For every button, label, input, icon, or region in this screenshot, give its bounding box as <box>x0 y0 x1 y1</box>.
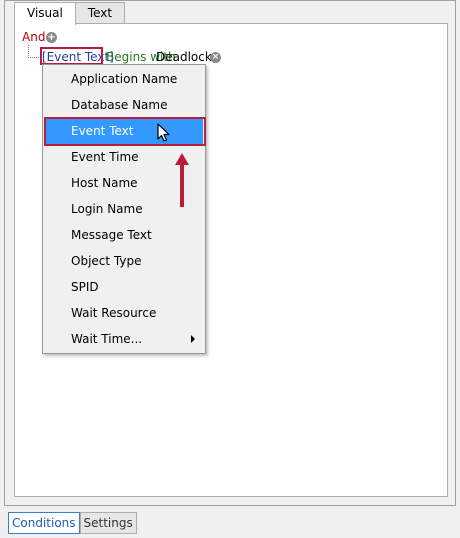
mouse-cursor-icon <box>157 123 170 142</box>
menu-item-object-type[interactable]: Object Type <box>45 248 203 274</box>
tree-connector <box>28 45 39 58</box>
tab-visual[interactable]: Visual <box>14 2 76 25</box>
menu-item-spid[interactable]: SPID <box>45 274 203 300</box>
menu-item-message-text[interactable]: Message Text <box>45 222 203 248</box>
view-tabstrip: Visual Text <box>14 2 126 25</box>
field-dropdown-menu: Application Name Database Name Event Tex… <box>42 64 206 354</box>
plus-circle-icon[interactable]: + <box>46 32 57 43</box>
submenu-arrow-icon <box>191 335 195 343</box>
tab-conditions[interactable]: Conditions <box>8 512 80 534</box>
x-circle-icon[interactable]: × <box>210 52 221 63</box>
red-up-arrow-icon <box>175 153 189 207</box>
menu-item-application-name[interactable]: Application Name <box>45 66 203 92</box>
tab-settings[interactable]: Settings <box>79 512 137 534</box>
logic-operator[interactable]: And <box>22 30 45 44</box>
selected-item-highlight-box <box>44 117 206 146</box>
condition-value[interactable]: Deadlock <box>156 49 212 65</box>
menu-item-wait-time[interactable]: Wait Time... <box>45 326 203 352</box>
menu-item-label: Wait Time... <box>71 332 143 346</box>
menu-item-wait-resource[interactable]: Wait Resource <box>45 300 203 326</box>
field-highlight-box <box>40 47 103 65</box>
bottom-tabstrip: Conditions Settings <box>8 512 137 534</box>
menu-item-database-name[interactable]: Database Name <box>45 92 203 118</box>
tab-text[interactable]: Text <box>74 2 126 23</box>
